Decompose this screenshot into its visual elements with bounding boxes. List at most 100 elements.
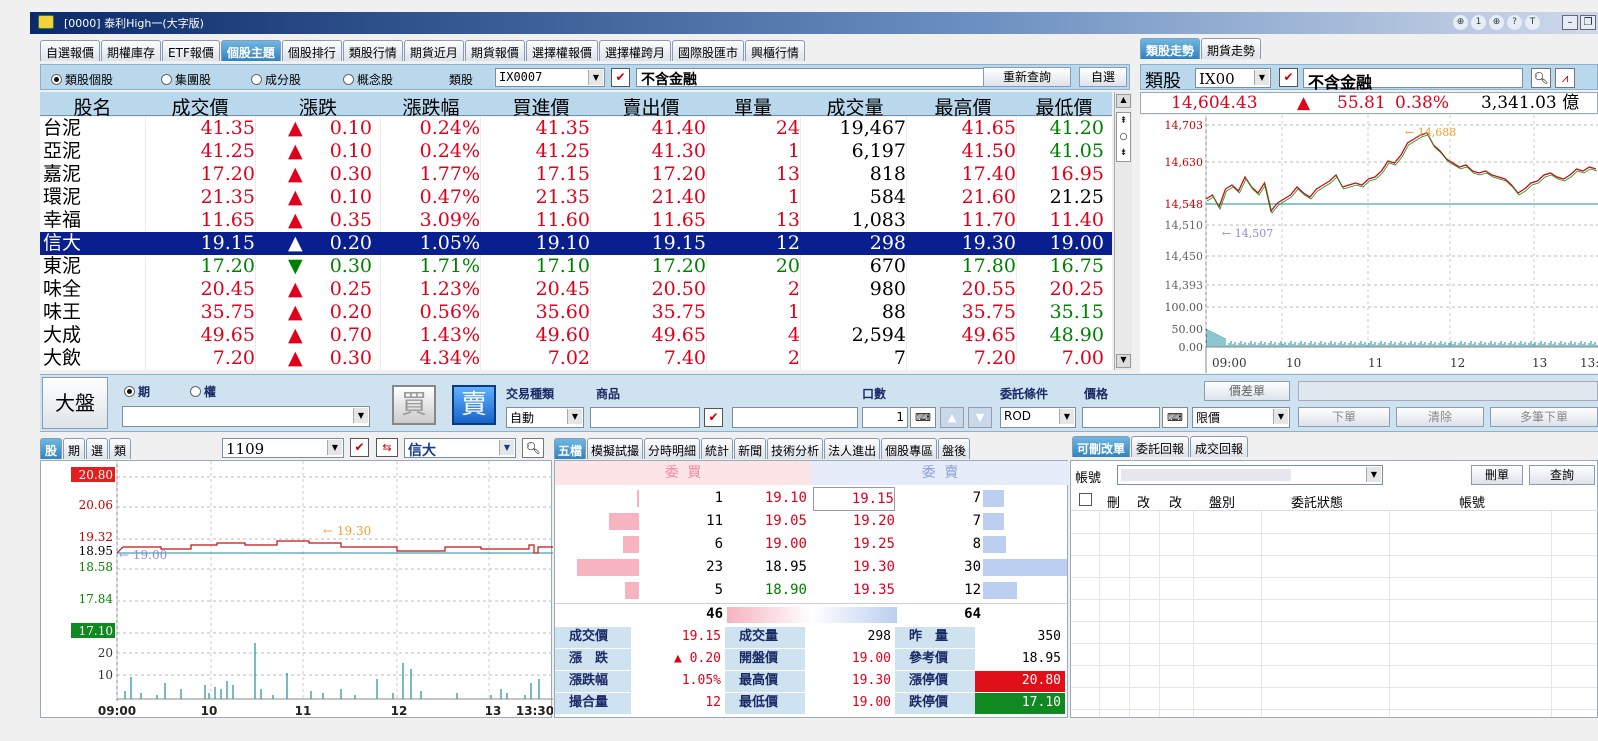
product-check-icon[interactable]: ✔	[704, 408, 723, 427]
lots-input[interactable]: 1	[862, 407, 908, 428]
five-tab-5[interactable]: 技術分析	[767, 438, 824, 459]
toolbar-icon-3[interactable]: ?	[1507, 15, 1522, 30]
right-tab-0[interactable]: 類股走勢	[1140, 38, 1201, 59]
product-input[interactable]	[590, 407, 700, 428]
stock-tab-2[interactable]: 選	[86, 438, 109, 459]
spread-order-button[interactable]: 價差單	[1204, 381, 1290, 401]
five-tab-7[interactable]: 個股專區	[881, 438, 938, 459]
col-header-4[interactable]: 買進價	[486, 93, 596, 120]
right-tab-1[interactable]: 期貨走勢	[1201, 38, 1262, 59]
tab-9[interactable]: 選擇權跨月	[598, 40, 671, 61]
order-condition-select[interactable]: ROD ▼	[1000, 407, 1076, 428]
lots-down-icon[interactable]: ▼	[968, 407, 992, 428]
radio-options[interactable]: 權	[190, 383, 216, 400]
orders-col-header[interactable]: 委託狀態	[1291, 492, 1343, 511]
col-header-1[interactable]: 成交價	[145, 93, 255, 120]
table-row[interactable]: 環泥 21.35 ▲ 0.10 0.47% 21.35 21.40 1 584 21.60 21.2…	[40, 186, 1112, 209]
trade-type-select[interactable]: 自動 ▼	[506, 407, 584, 428]
search-icon[interactable]: 🔍︎	[1531, 68, 1551, 88]
market-button[interactable]: 大盤	[42, 377, 108, 429]
price-type-select[interactable]: 限價 ▼	[1192, 407, 1290, 428]
tab-2[interactable]: ETF報價	[162, 40, 220, 61]
product-name-field[interactable]	[732, 407, 858, 428]
scroll-down-icon[interactable]: ▼	[1116, 354, 1131, 368]
col-header-5[interactable]: 賣出價	[596, 93, 706, 120]
toolbar-icon-4[interactable]: T	[1525, 15, 1540, 30]
tab-3[interactable]: 個股主題	[220, 40, 281, 61]
delete-order-button[interactable]: 刪單	[1471, 465, 1523, 485]
table-row[interactable]: 味王 35.75 ▲ 0.20 0.56% 35.60 35.75 1 88 35.75 35.15	[40, 301, 1112, 324]
table-row[interactable]: 亞泥 41.25 ▲ 0.10 0.24% 41.25 41.30 1 6,197 41.50 41…	[40, 140, 1112, 163]
link-window-icon[interactable]: ⇆	[376, 438, 398, 457]
bid-price[interactable]: 18.95	[725, 556, 807, 578]
five-tab-4[interactable]: 新聞	[734, 438, 767, 459]
sell-button[interactable]: 賣	[452, 385, 496, 425]
quick-entry-icon[interactable]: ⌨	[910, 407, 936, 428]
toolbar-icon-1[interactable]: 1	[1471, 15, 1486, 30]
table-row[interactable]: 幸福 11.65 ▲ 0.35 3.09% 11.60 11.65 13 1,083 11.70 1…	[40, 209, 1112, 232]
table-row[interactable]: 台泥 41.35 ▲ 0.10 0.24% 41.35 41.40 24 19,467 41.65…	[40, 117, 1112, 140]
refresh-query-button[interactable]: 重新查詢	[983, 67, 1071, 87]
orders-col-header[interactable]: 盤別	[1209, 492, 1235, 511]
sector-select[interactable]: IX0007 ▼	[495, 68, 605, 87]
tab-4[interactable]: 個股排行	[281, 40, 342, 61]
lots-up-icon[interactable]: ▲	[940, 407, 964, 428]
table-row[interactable]: 大飲 7.20 ▲ 0.30 4.34% 7.02 7.40 2 7 7.20 7.00	[40, 347, 1112, 370]
five-tab-3[interactable]: 統計	[701, 438, 734, 459]
orders-col-header[interactable]: 改	[1137, 492, 1150, 511]
table-row[interactable]: 嘉泥 17.20 ▲ 0.30 1.77% 17.15 17.20 13 818 17.40 16.…	[40, 163, 1112, 186]
col-header-7[interactable]: 成交量	[800, 93, 910, 120]
radio-futures[interactable]: 期	[124, 383, 150, 400]
stock-tab-0[interactable]: 股	[40, 438, 63, 459]
stock-name-select[interactable]: 信大 ▼	[404, 438, 516, 459]
query-button[interactable]: 查詢	[1529, 465, 1595, 485]
account-select[interactable]: ▼	[1117, 465, 1383, 485]
orders-tab-1[interactable]: 委託回報	[1131, 436, 1190, 457]
col-header-2[interactable]: 漲跌	[260, 93, 376, 120]
orders-tab-2[interactable]: 成交回報	[1190, 436, 1249, 457]
stock-tab-1[interactable]: 期	[63, 438, 86, 459]
orders-col-header[interactable]: 刪	[1107, 492, 1120, 511]
five-tab-0[interactable]: 五檔	[554, 438, 587, 459]
stock-apply-check-icon[interactable]: ✔	[350, 438, 369, 457]
radio-group-stocks[interactable]: 集團股	[161, 71, 211, 88]
table-row[interactable]: 信大 19.15 ▲ 0.20 1.05% 19.10 19.15 12 298 19.30 19.…	[40, 232, 1112, 255]
five-tab-8[interactable]: 盤後	[938, 438, 971, 459]
five-tab-2[interactable]: 分時明細	[644, 438, 701, 459]
buy-button[interactable]: 買	[392, 385, 436, 425]
table-row[interactable]: 東泥 17.20 ▼ 0.30 1.71% 17.10 17.20 20 670 17.80 16.…	[40, 255, 1112, 278]
table-row[interactable]: 味全 20.45 ▲ 0.25 1.23% 20.45 20.50 2 980 20.55 20.2…	[40, 278, 1112, 301]
stock-tab-3[interactable]: 類	[109, 438, 132, 459]
select-all-checkbox[interactable]	[1079, 493, 1092, 506]
watchlist-button[interactable]: 自選	[1079, 67, 1127, 87]
toolbar-icon-0[interactable]: ⊕	[1453, 15, 1468, 30]
tab-7[interactable]: 期貨報價	[464, 40, 525, 61]
bid-price[interactable]: 19.00	[725, 533, 807, 555]
quote-table-scrollbar[interactable]: ▲ ⇞ ○ ⇟ ▼	[1114, 92, 1132, 370]
order-product-select[interactable]: ▼	[122, 406, 370, 427]
submit-order-button[interactable]: 下單	[1298, 407, 1390, 427]
orders-col-header[interactable]: 改	[1169, 492, 1182, 511]
col-header-0[interactable]: 股名	[40, 93, 145, 120]
tab-6[interactable]: 期貨近月	[403, 40, 464, 61]
ask-price[interactable]: 19.25	[813, 533, 895, 555]
ask-price[interactable]: 19.30	[813, 556, 895, 578]
radio-sector-stocks[interactable]: 類股個股	[51, 71, 113, 88]
apply-check-icon[interactable]: ✔	[611, 68, 630, 87]
minimize-icon[interactable]: –	[1562, 15, 1578, 30]
multi-order-button[interactable]: 多筆下單	[1490, 407, 1598, 427]
scroll-thumb[interactable]: ⇞ ○ ⇟	[1116, 112, 1131, 162]
toolbar-icon-2[interactable]: ⊕	[1489, 15, 1504, 30]
orders-col-header[interactable]: 帳號	[1459, 492, 1485, 511]
five-tab-6[interactable]: 法人進出	[824, 438, 881, 459]
ask-price[interactable]: 19.15	[813, 487, 895, 511]
table-row[interactable]: 大成 49.65 ▲ 0.70 1.43% 49.60 49.65 4 2,594 49.65 48…	[40, 324, 1112, 347]
chart-type-icon[interactable]: ⩘	[1555, 68, 1575, 88]
tab-1[interactable]: 期權庫存	[101, 40, 162, 61]
tab-5[interactable]: 類股行情	[342, 40, 403, 61]
bid-price[interactable]: 19.05	[725, 510, 807, 532]
five-tab-1[interactable]: 模擬試撮	[587, 438, 644, 459]
price-quick-icon[interactable]: ⌨	[1162, 407, 1188, 428]
price-input[interactable]	[1082, 407, 1160, 428]
stock-search-icon[interactable]: 🔍︎	[522, 438, 544, 458]
